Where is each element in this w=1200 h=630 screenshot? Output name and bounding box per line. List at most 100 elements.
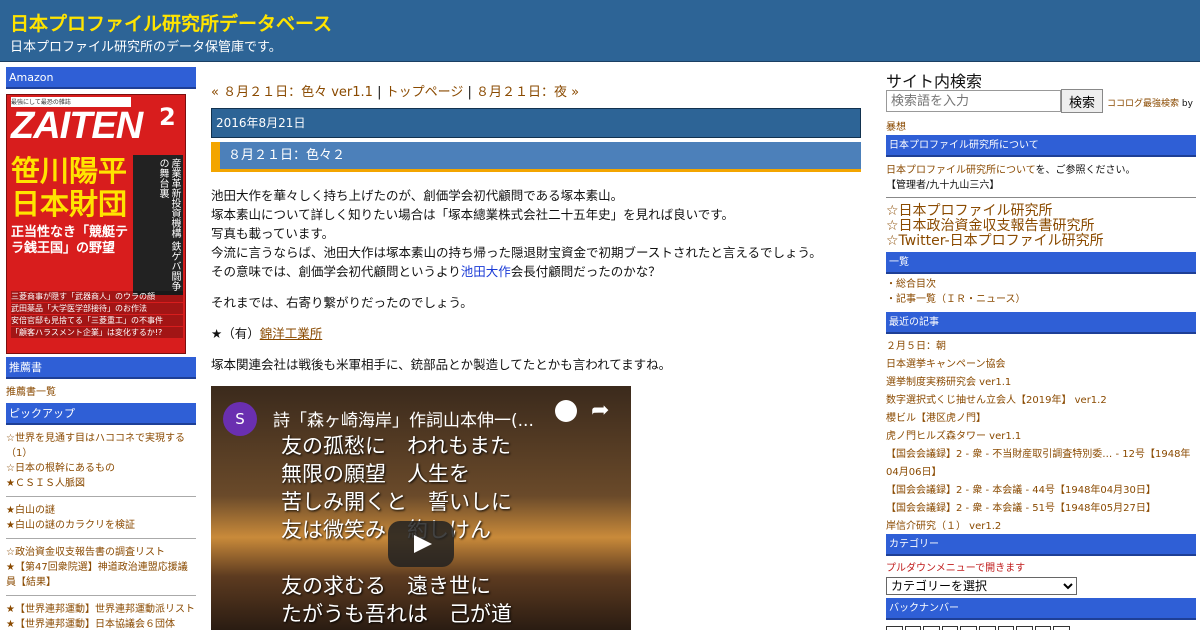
play-button[interactable] xyxy=(388,521,454,567)
search-input[interactable] xyxy=(886,90,1061,112)
share-icon[interactable]: ➦ xyxy=(591,398,609,423)
youtube-video-embed[interactable]: S 詩「森ヶ崎海岸」作詞山本伸一(... ➦ 友の孤愁に われもまた 無限の願望… xyxy=(211,386,631,630)
profile-link[interactable]: ☆Twitter-日本プロファイル研究所 xyxy=(886,234,1104,249)
pickup-link[interactable]: ★【世界連邦運動】日本協議会６団体 xyxy=(6,617,196,630)
right-sidebar: サイト内検索 検索 ココログ最強検索 by 暴想 日本プロファイル研究所について… xyxy=(886,62,1200,630)
next-post-link[interactable]: ８月２１日：夜 » xyxy=(476,85,579,100)
video-title[interactable]: 詩「森ヶ崎海岸」作詞山本伸一(... xyxy=(273,406,534,431)
about-suffix: を、ご参照ください。 xyxy=(1035,165,1136,176)
calendar-cell[interactable] xyxy=(1034,626,1052,630)
text-line: その意味では、創価学会初代顧問というより xyxy=(211,264,461,279)
recommended-heading: 推薦書 xyxy=(6,357,196,379)
pickup-link[interactable]: ☆日本の根幹にあるもの xyxy=(6,461,196,476)
post-paragraph: 池田大作を華々しく持ち上げたのが、創価学会初代顧問である塚本素山。 塚本素山につ… xyxy=(211,186,861,281)
recent-post-link[interactable]: 選挙制度実務研究会 ver1.1 xyxy=(886,374,1196,392)
recent-posts-list: ２月５日：朝 日本選挙キャンペーン協会 選挙制度実務研究会 ver1.1 数字選… xyxy=(886,338,1196,536)
index-link-label: 記事一覧（ＩＲ・ニュース） xyxy=(896,294,1026,305)
watch-later-icon[interactable] xyxy=(555,400,577,422)
kinyo-kogyosho-link[interactable]: 錦洋工業所 xyxy=(260,326,323,341)
search-credit-link[interactable]: ココログ最強検索 xyxy=(1107,99,1179,109)
text-line: 会長付顧問だったのかな？ xyxy=(510,264,661,279)
pickup-link[interactable]: ★白山の謎 xyxy=(6,503,196,518)
category-note: プルダウンメニューで開きます xyxy=(886,563,1026,574)
profile-link[interactable]: ☆日本政治資金収支報告書研究所 xyxy=(886,219,1104,234)
text-line: 池田大作を華々しく持ち上げたのが、創価学会初代顧問である塚本素山。 xyxy=(211,188,624,203)
recent-post-link[interactable]: 虎ノ門ヒルズ森タワー ver1.1 xyxy=(886,428,1196,446)
calendar-cell[interactable] xyxy=(1016,626,1033,630)
calendar-cell[interactable] xyxy=(923,626,940,630)
profile-link[interactable]: ☆日本プロファイル研究所 xyxy=(886,204,1104,219)
magazine-line: 武田薬品「大学医学部接待」のお作法 xyxy=(11,303,183,314)
pickup-link[interactable]: ★ＣＳＩＳ人脈図 xyxy=(6,476,196,491)
backnumber-heading: バックナンバー xyxy=(886,598,1196,620)
about-link[interactable]: 日本プロファイル研究所について xyxy=(886,165,1036,176)
pickup-heading: ピックアップ xyxy=(6,403,196,425)
main-content: « ８月２１日：色々 ver1.1 | トップページ | ８月２１日：夜 » 2… xyxy=(211,62,861,630)
recommended-list: 推薦書一覧 xyxy=(6,385,196,400)
search-author-link[interactable]: 暴想 xyxy=(886,118,906,133)
post-navigation: « ８月２１日：色々 ver1.1 | トップページ | ８月２１日：夜 » xyxy=(211,81,579,100)
pickup-link[interactable]: ☆世界を見通す目はハココネで実現する（1） xyxy=(6,431,196,461)
backnumber-calendar[interactable] xyxy=(886,626,1070,630)
recent-post-link[interactable]: ２月５日：朝 xyxy=(886,338,1196,356)
calendar-cell[interactable] xyxy=(1053,626,1070,630)
channel-avatar[interactable]: S xyxy=(223,402,257,436)
top-page-link[interactable]: トップページ xyxy=(386,85,464,100)
ikeda-daisaku-link[interactable]: 池田大作 xyxy=(461,264,511,279)
magazine-line: 安倍官邸も見捨てる「三菱重工」の不事件 xyxy=(11,315,183,326)
post-date: 2016年8月21日 xyxy=(211,108,861,138)
post-body: 池田大作を華々しく持ち上げたのが、創価学会初代顧問である塚本素山。 塚本素山につ… xyxy=(211,186,861,386)
magazine-cover-image[interactable]: 最強にして最恐の雑誌 ZAITEN 2 笹川陽平 日本財団 正当性なき「競艇テラ… xyxy=(6,94,186,354)
text-line: 今流に言うならば、池田大作は塚本素山の持ち帰った隠退財宝資金で初期ブーストされた… xyxy=(211,245,822,260)
search-button[interactable]: 検索 xyxy=(1061,89,1103,113)
magazine-subhead: 正当性なき「競艇テラ銭王国」の野望 xyxy=(11,225,129,256)
divider xyxy=(6,538,196,539)
prev-post-link[interactable]: « ８月２１日：色々 ver1.1 xyxy=(211,85,373,100)
text-line: 写真も載っています。 xyxy=(211,226,335,241)
category-select[interactable]: カテゴリーを選択 xyxy=(886,577,1077,595)
pickup-list: ☆世界を見通す目はハココネで実現する（1） ☆日本の根幹にあるもの ★ＣＳＩＳ人… xyxy=(6,431,196,630)
magazine-title: ZAITEN xyxy=(11,105,143,147)
left-sidebar: Amazon 最強にして最恐の雑誌 ZAITEN 2 笹川陽平 日本財団 正当性… xyxy=(0,62,200,630)
recent-post-link[interactable]: 【国会会議録】2 - 衆 - 本会議 - 44号【1948年04月30日】 xyxy=(886,482,1196,500)
nav-separator: | xyxy=(467,85,472,100)
calendar-cell[interactable] xyxy=(941,626,959,630)
search-title: サイト内検索 xyxy=(886,72,983,91)
recent-post-link[interactable]: 数字選択式くじ抽せん立会人【2019年】 ver1.2 xyxy=(886,392,1196,410)
magazine-issue: 2 xyxy=(159,103,176,131)
pickup-link[interactable]: ☆政治資金収支報告書の調査リスト xyxy=(6,545,196,560)
index-link-articles[interactable]: ・記事一覧（ＩＲ・ニュース） xyxy=(886,292,1196,307)
about-admin: 【管理者/九十九山三六】 xyxy=(886,180,1000,191)
divider xyxy=(6,595,196,596)
site-description: 日本プロファイル研究所のデータ保管庫です。 xyxy=(10,40,282,55)
pickup-link[interactable]: ★白山の謎のカラクリを検証 xyxy=(6,518,196,533)
site-header: 日本プロファイル研究所データベース 日本プロファイル研究所のデータ保管庫です。 xyxy=(0,0,1200,62)
recommended-books-link[interactable]: 推薦書一覧 xyxy=(6,385,196,400)
magazine-side-text: 産業革新投資機構 鉄ゲバ闘争の舞台裏 xyxy=(133,155,183,295)
calendar-cell[interactable] xyxy=(886,626,903,630)
about-heading: 日本プロファイル研究所について xyxy=(886,135,1196,157)
magazine-line: 「顧客ハラスメント企業」は変化するか!? xyxy=(11,327,183,338)
recent-post-link[interactable]: 【国会会議録】2 - 衆 - 本会議 - 51号【1948年05月27日】 xyxy=(886,500,1196,518)
pickup-link[interactable]: ★【世界連邦運動】世界連邦運動派リスト xyxy=(6,602,196,617)
index-link-label: 総合目次 xyxy=(896,279,936,290)
text-line: 塚本素山について詳しく知りたい場合は「塚本總業株式会社二十五年史」を見れば良いで… xyxy=(211,207,735,222)
recent-post-link[interactable]: 【国会会議録】2 - 衆 - 不当財産取引調査特別委… - 12号【1948年0… xyxy=(886,446,1196,482)
calendar-cell[interactable] xyxy=(960,626,977,630)
magazine-line: 三菱商事が隠す「武器商人」のウラの顔 xyxy=(11,291,183,302)
calendar-cell[interactable] xyxy=(978,626,996,630)
pickup-link[interactable]: ★【第47回衆院選】神道政治連盟応援議員【結果】 xyxy=(6,560,196,590)
site-title-link[interactable]: 日本プロファイル研究所データベース xyxy=(10,9,332,36)
index-heading: 一覧 xyxy=(886,252,1196,274)
post-paragraph: ★（有）錦洋工業所 xyxy=(211,324,861,343)
index-list: ・総合目次 ・記事一覧（ＩＲ・ニュース） xyxy=(886,277,1196,307)
recent-posts-heading: 最近の記事 xyxy=(886,312,1196,334)
calendar-cell[interactable] xyxy=(904,626,922,630)
profile-links: ☆日本プロファイル研究所 ☆日本政治資金収支報告書研究所 ☆Twitter-日本… xyxy=(886,204,1104,249)
recent-post-link[interactable]: 日本選挙キャンペーン協会 xyxy=(886,356,1196,374)
index-link-contents[interactable]: ・総合目次 xyxy=(886,277,1196,292)
about-text: 日本プロファイル研究所についてを、ご参照ください。 【管理者/九十九山三六】 xyxy=(886,163,1136,193)
recent-post-link[interactable]: 櫻ビル【港区虎ノ門】 xyxy=(886,410,1196,428)
calendar-cell[interactable] xyxy=(997,626,1015,630)
nav-separator: | xyxy=(377,85,382,100)
